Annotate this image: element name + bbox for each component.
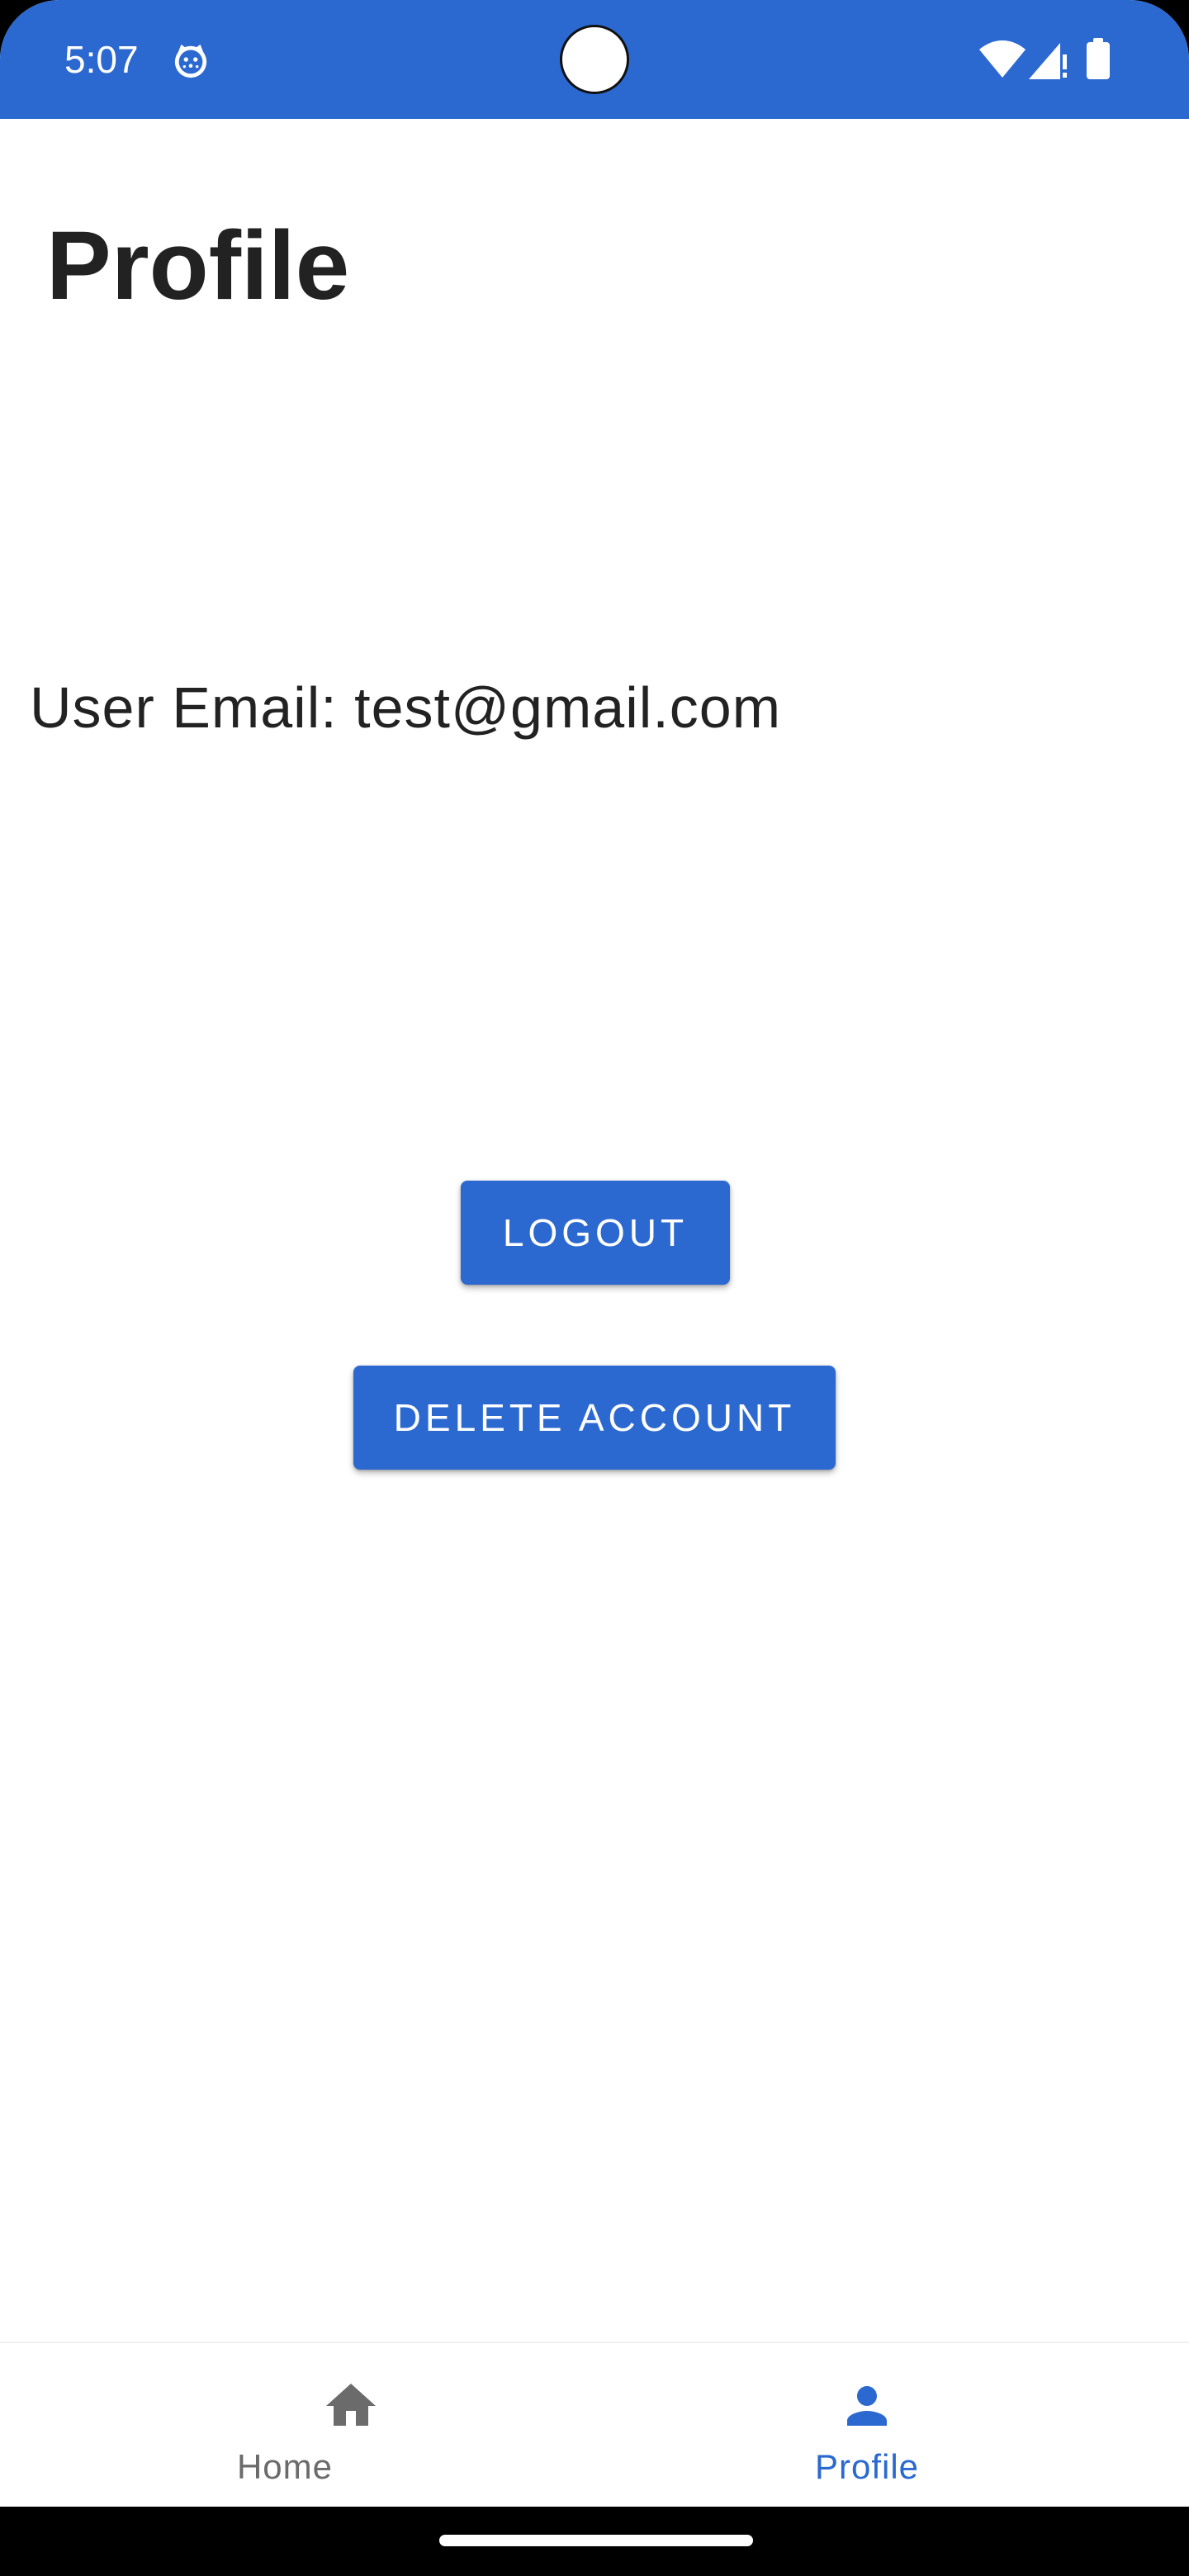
nav-item-home[interactable]: Home	[0, 2343, 594, 2508]
cat-face-icon	[174, 44, 207, 78]
person-icon	[847, 2386, 887, 2426]
signal-icon	[1029, 43, 1067, 79]
home-gesture-handle[interactable]	[439, 2535, 753, 2546]
delete-account-button[interactable]: DELETE ACCOUNT	[353, 1366, 836, 1470]
system-gesture-area	[0, 2507, 1189, 2576]
app-screen: 5:07 Profile User Email: test@gmail.com …	[0, 0, 1189, 2576]
bottom-navigation: Home Profile	[0, 2342, 1189, 2508]
page-title: Profile	[46, 211, 350, 320]
camera-cutout	[560, 25, 629, 94]
wifi-icon	[979, 40, 1026, 78]
nav-item-profile[interactable]: Profile	[594, 2343, 1189, 2508]
logout-button[interactable]: LOGOUT	[461, 1181, 730, 1285]
battery-icon	[1087, 38, 1110, 79]
user-email-text: User Email: test@gmail.com	[30, 675, 782, 740]
home-icon	[326, 2384, 376, 2426]
status-time: 5:07	[64, 38, 139, 81]
nav-label-profile: Profile	[814, 2447, 920, 2486]
nav-label-home: Home	[236, 2447, 334, 2486]
status-bar: 5:07	[0, 0, 1189, 119]
